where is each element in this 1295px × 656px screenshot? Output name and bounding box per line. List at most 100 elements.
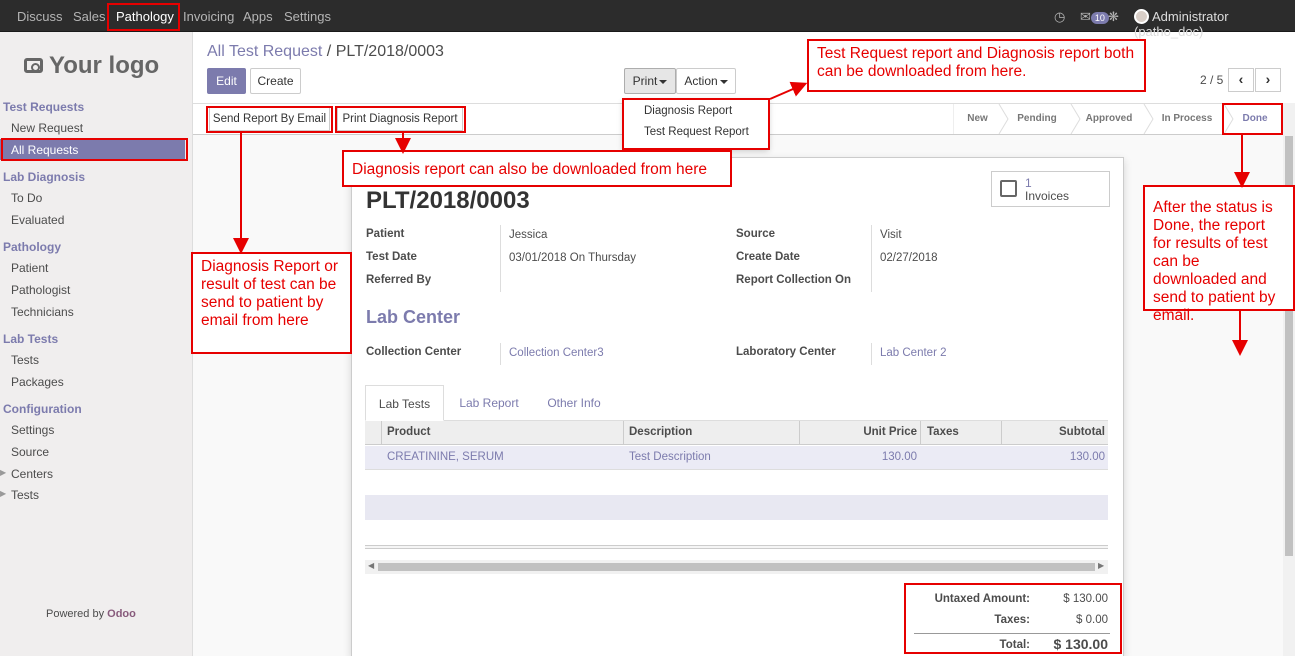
all-requests-highlight — [1, 138, 188, 161]
company-logo: Your logo — [24, 52, 159, 80]
sidebar-item-settings[interactable]: Settings — [11, 423, 54, 437]
odoo-link[interactable]: Odoo — [107, 608, 136, 620]
source-label: Source — [736, 228, 775, 240]
row-product[interactable]: CREATININE, SERUM — [387, 451, 504, 463]
annotation-done-status: After the status is Done, the report for… — [1143, 185, 1295, 324]
sidebar-item-new-request[interactable]: New Request — [11, 121, 83, 135]
scroll-left-icon[interactable]: ◀ — [368, 561, 374, 570]
menu-settings[interactable]: Settings — [284, 9, 331, 24]
sidebar-item-technicians[interactable]: Technicians — [11, 305, 74, 319]
tab-lab-tests[interactable]: Lab Tests — [365, 385, 444, 421]
column-product[interactable]: Product — [387, 426, 430, 438]
breadcrumb-parent[interactable]: All Test Request — [207, 43, 322, 60]
sidebar-section-lab-diagnosis: Lab Diagnosis — [3, 170, 86, 184]
caret-down-icon — [659, 80, 668, 84]
pager-next-button[interactable]: › — [1255, 68, 1281, 92]
row-description[interactable]: Test Description — [629, 451, 711, 463]
pencil-square-icon — [1000, 180, 1017, 197]
row-subtotal[interactable]: 130.00 — [1001, 451, 1105, 463]
lab-tests-table-header: Product Description Unit Price Taxes Sub… — [365, 421, 1108, 445]
record-title: PLT/2018/0003 — [366, 187, 530, 214]
menu-discuss[interactable]: Discuss — [17, 9, 63, 24]
pager-value: 2 / 5 — [1200, 73, 1224, 87]
horizontal-scrollbar[interactable]: ◀ ▶ — [365, 560, 1108, 574]
report-collection-label: Report Collection On — [736, 274, 851, 286]
print-dropdown-button[interactable]: Print — [624, 68, 676, 94]
menu-apps[interactable]: Apps — [243, 9, 273, 24]
annotation-print-menu: Test Request report and Diagnosis report… — [807, 39, 1146, 92]
notification-badge: 10 — [1090, 12, 1109, 24]
column-separator — [920, 421, 921, 445]
column-separator — [623, 421, 624, 445]
send-email-highlight — [206, 106, 333, 133]
arrow-print-menu — [769, 81, 808, 100]
sidebar-item-patient[interactable]: Patient — [11, 261, 48, 275]
tab-other-info[interactable]: Other Info — [536, 385, 612, 421]
source-field[interactable]: Visit — [880, 229, 902, 241]
sidebar-section-lab-tests: Lab Tests — [3, 332, 59, 346]
collection-center-label: Collection Center — [366, 346, 462, 358]
create-button[interactable]: Create — [250, 68, 301, 94]
sidebar-item-pathologist[interactable]: Pathologist — [11, 283, 70, 297]
pathology-highlight — [107, 3, 180, 31]
camera-icon — [24, 58, 43, 73]
caret-down-icon — [719, 80, 728, 84]
annotation-diagnosis-button: Diagnosis report can also be downloaded … — [342, 150, 732, 187]
create-date-label: Create Date — [736, 251, 800, 263]
sidebar-item-packages[interactable]: Packages — [11, 375, 64, 389]
patient-field[interactable]: Jessica — [509, 229, 547, 241]
column-separator — [381, 421, 382, 445]
breadcrumb-separator: / — [326, 43, 332, 60]
action-dropdown-button[interactable]: Action — [676, 68, 736, 94]
sidebar-item-to-do[interactable]: To Do — [11, 191, 42, 205]
caret-right-icon: ▶ — [0, 489, 7, 498]
edit-button[interactable]: Edit — [207, 68, 246, 94]
laboratory-center-field[interactable]: Lab Center 2 — [880, 347, 947, 359]
field-divider — [871, 225, 872, 292]
sidebar-item-tests[interactable]: Tests — [11, 353, 39, 367]
sidebar-item-evaluated[interactable]: Evaluated — [11, 213, 64, 227]
invoices-label: Invoices — [1025, 189, 1070, 203]
column-subtotal[interactable]: Subtotal — [1001, 426, 1105, 438]
menu-invoicing[interactable]: Invoicing — [183, 9, 234, 24]
test-date-field[interactable]: 03/01/2018 On Thursday — [509, 252, 636, 264]
bug-icon[interactable]: ❋ — [1108, 9, 1119, 25]
clock-icon[interactable]: ◷ — [1054, 9, 1065, 25]
table-footer — [365, 545, 1108, 549]
laboratory-center-label: Laboratory Center — [736, 346, 836, 358]
scrollbar-thumb[interactable] — [378, 563, 1095, 571]
table-row[interactable]: CREATININE, SERUM Test Description 130.0… — [365, 446, 1108, 470]
sidebar-section-configuration: Configuration — [3, 402, 82, 416]
powered-by: Powered by Odoo — [46, 608, 136, 620]
pager-previous-button[interactable]: ‹ — [1228, 68, 1254, 92]
column-unit-price[interactable]: Unit Price — [799, 426, 917, 438]
collection-center-field[interactable]: Collection Center3 — [509, 347, 604, 359]
totals-highlight — [904, 583, 1122, 654]
print-menu-highlight — [622, 98, 770, 150]
user-menu[interactable]: Administrator (patho_doc) — [1134, 9, 1295, 39]
column-taxes[interactable]: Taxes — [927, 426, 959, 438]
tab-lab-report[interactable]: Lab Report — [448, 385, 530, 421]
scroll-right-icon[interactable]: ▶ — [1098, 561, 1104, 570]
sidebar-section-pathology: Pathology — [3, 240, 62, 254]
sidebar-item-source[interactable]: Source — [11, 445, 49, 459]
avatar — [1134, 9, 1149, 24]
create-date-field[interactable]: 02/27/2018 — [880, 252, 938, 264]
row-unit-price[interactable]: 130.00 — [799, 451, 917, 463]
invoices-smart-button[interactable]: 1 Invoices — [991, 171, 1110, 207]
column-description[interactable]: Description — [629, 426, 692, 438]
test-date-label: Test Date — [366, 251, 417, 263]
menu-sales[interactable]: Sales — [73, 9, 106, 24]
empty-row — [365, 495, 1108, 520]
field-divider — [500, 225, 501, 292]
field-divider — [500, 343, 501, 365]
field-divider — [871, 343, 872, 365]
done-highlight — [1222, 103, 1283, 135]
lab-center-heading: Lab Center — [366, 307, 461, 327]
print-diagnosis-highlight — [335, 106, 466, 133]
chevron-left-icon: ‹ — [1238, 71, 1244, 87]
sidebar-item-centers[interactable]: ▶ Centers — [0, 467, 53, 481]
sidebar-item-config-tests[interactable]: ▶ Tests — [0, 488, 39, 502]
referred-by-label: Referred By — [366, 274, 432, 286]
chat-icon[interactable]: ✉ 10 — [1080, 9, 1109, 25]
